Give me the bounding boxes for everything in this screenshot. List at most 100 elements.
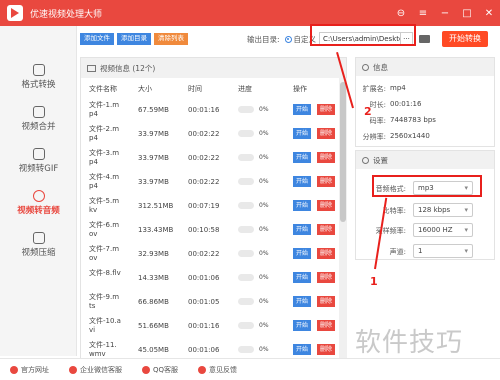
table-row[interactable]: 文件-4.mp4 33.97MB 00:02:22 0% 开始 删除: [81, 170, 339, 194]
add-file-button[interactable]: 添加文件: [80, 33, 114, 45]
callout-1: 1: [370, 275, 378, 288]
open-button[interactable]: 开始: [293, 128, 312, 139]
sample-rate-select[interactable]: 16000 HZ: [413, 223, 473, 237]
settings-panel-header: 设置: [356, 151, 494, 169]
progress-text: 0%: [259, 250, 269, 257]
info-label: 扩展名:: [362, 85, 386, 93]
sidebar-item-video-compress[interactable]: 视频压缩: [0, 224, 77, 266]
col-name: 文件名称: [89, 85, 117, 93]
bitrate-label: 比特率:: [382, 207, 406, 215]
table-row[interactable]: 文件-10.avi 51.66MB 00:01:16 0% 开始 删除: [81, 314, 339, 338]
progress-text: 0%: [259, 274, 269, 281]
col-size: 大小: [138, 85, 152, 93]
scrollbar[interactable]: [339, 78, 347, 359]
delete-button[interactable]: 删除: [317, 104, 336, 115]
custom-radio[interactable]: [284, 35, 292, 43]
delete-button[interactable]: 删除: [317, 176, 336, 187]
sidebar-item-label: 视频合并: [21, 122, 56, 132]
open-button[interactable]: 开始: [293, 296, 312, 307]
file-duration: 00:01:06: [188, 274, 220, 282]
table-row[interactable]: 文件-7.mov 32.93MB 00:02:22 0% 开始 删除: [81, 242, 339, 266]
table-row[interactable]: 文件-5.mkv 312.51MB 00:07:19 0% 开始 删除: [81, 194, 339, 218]
file-name: 文件-6.mov: [89, 221, 120, 238]
sidebar-item-label: 视频压缩: [21, 248, 56, 258]
progress-bar: [238, 346, 254, 353]
progress-text: 0%: [259, 130, 269, 137]
file-name: 文件-8.flv: [89, 269, 121, 277]
file-name: 文件-9.mts: [89, 293, 120, 310]
maximize-icon[interactable]: □: [456, 8, 478, 19]
open-button[interactable]: 开始: [293, 248, 312, 259]
col-progress: 进度: [238, 85, 252, 93]
gear-icon: [362, 156, 369, 164]
table-row[interactable]: 文件-9.mts 66.86MB 00:01:05 0% 开始 删除: [81, 290, 339, 314]
table-row[interactable]: 文件-2.mp4 33.97MB 00:02:22 0% 开始 删除: [81, 122, 339, 146]
open-button[interactable]: 开始: [293, 344, 312, 355]
table-row[interactable]: 文件-8.flv 14.33MB 00:01:06 0% 开始 删除: [81, 266, 339, 290]
close-icon[interactable]: ✕: [478, 8, 500, 19]
delete-button[interactable]: 删除: [317, 152, 336, 163]
audio-icon: [32, 190, 45, 202]
folder-icon[interactable]: [419, 35, 430, 43]
feedback-icon: [198, 365, 207, 374]
sidebar-item-label: 视频转音频: [17, 206, 60, 216]
table-row[interactable]: 文件-6.mov 133.43MB 00:10:58 0% 开始 删除: [81, 218, 339, 242]
open-button[interactable]: 开始: [293, 200, 312, 211]
scrollbar-thumb[interactable]: [340, 82, 346, 222]
delete-button[interactable]: 删除: [317, 320, 336, 331]
sidebar-item-video-merge[interactable]: 视频合并: [0, 98, 77, 140]
file-name: 文件-10.avi: [89, 317, 121, 334]
file-name: 文件-4.mp4: [89, 173, 120, 190]
delete-button[interactable]: 删除: [317, 344, 336, 355]
sidebar-item-video-to-audio[interactable]: 视频转音频: [0, 182, 77, 224]
info-value: 2560x1440: [390, 132, 430, 140]
title-bar: 优速视频处理大师 ⊖ ≡ − □ ✕: [0, 0, 500, 26]
info-panel-title: 信息: [373, 62, 388, 72]
file-size: 14.33MB: [138, 274, 169, 282]
file-duration: 00:02:22: [188, 178, 220, 186]
footer-link-label: 企业微信客服: [80, 365, 122, 374]
bitrate-select[interactable]: 128 kbps: [413, 203, 473, 217]
open-button[interactable]: 开始: [293, 104, 312, 115]
table-row[interactable]: 文件-1.mp4 67.59MB 00:01:16 0% 开始 删除: [81, 98, 339, 122]
open-button[interactable]: 开始: [293, 176, 312, 187]
channel-select[interactable]: 1: [413, 244, 473, 258]
progress-bar: [238, 298, 254, 305]
sidebar-item-format-convert[interactable]: 格式转换: [0, 56, 77, 98]
delete-button[interactable]: 删除: [317, 200, 336, 211]
open-button[interactable]: 开始: [293, 272, 312, 283]
table-row[interactable]: 文件-3.mp4 33.97MB 00:02:22 0% 开始 删除: [81, 146, 339, 170]
delete-button[interactable]: 删除: [317, 248, 336, 259]
skin-icon[interactable]: ⊖: [390, 8, 412, 19]
footer-link-website[interactable]: 官方网址: [10, 365, 49, 375]
file-name: 文件-5.mkv: [89, 197, 120, 214]
sidebar-item-video-to-gif[interactable]: 视频转GIF: [0, 140, 77, 182]
clear-list-button[interactable]: 清除列表: [154, 33, 188, 45]
open-button[interactable]: 开始: [293, 224, 312, 235]
open-button[interactable]: 开始: [293, 152, 312, 163]
delete-button[interactable]: 删除: [317, 224, 336, 235]
file-duration: 00:02:22: [188, 250, 220, 258]
info-label: 分辨率:: [362, 133, 386, 141]
file-duration: 00:02:22: [188, 130, 220, 138]
sidebar: 格式转换 视频合并 视频转GIF 视频转音频 视频压缩: [0, 26, 77, 356]
start-convert-button[interactable]: 开始转换: [442, 31, 488, 47]
delete-button[interactable]: 删除: [317, 296, 336, 307]
delete-button[interactable]: 删除: [317, 272, 336, 283]
delete-button[interactable]: 删除: [317, 128, 336, 139]
progress-bar: [238, 154, 254, 161]
file-name: 文件-7.mov: [89, 245, 120, 262]
file-name: 文件-1.mp4: [89, 101, 120, 118]
add-folder-button[interactable]: 添加目录: [117, 33, 151, 45]
open-button[interactable]: 开始: [293, 320, 312, 331]
footer-link-wechat[interactable]: 企业微信客服: [69, 365, 122, 375]
footer-link-qq[interactable]: QQ客服: [142, 365, 178, 375]
menu-icon[interactable]: ≡: [412, 8, 434, 19]
footer-link-label: 官方网址: [21, 365, 49, 374]
progress-text: 0%: [259, 106, 269, 113]
minimize-icon[interactable]: −: [434, 8, 456, 19]
info-panel-header: 信息: [356, 58, 494, 76]
compress-icon: [32, 232, 45, 244]
app-title: 优速视频处理大师: [30, 9, 103, 20]
footer-link-feedback[interactable]: 意见反馈: [198, 365, 237, 375]
